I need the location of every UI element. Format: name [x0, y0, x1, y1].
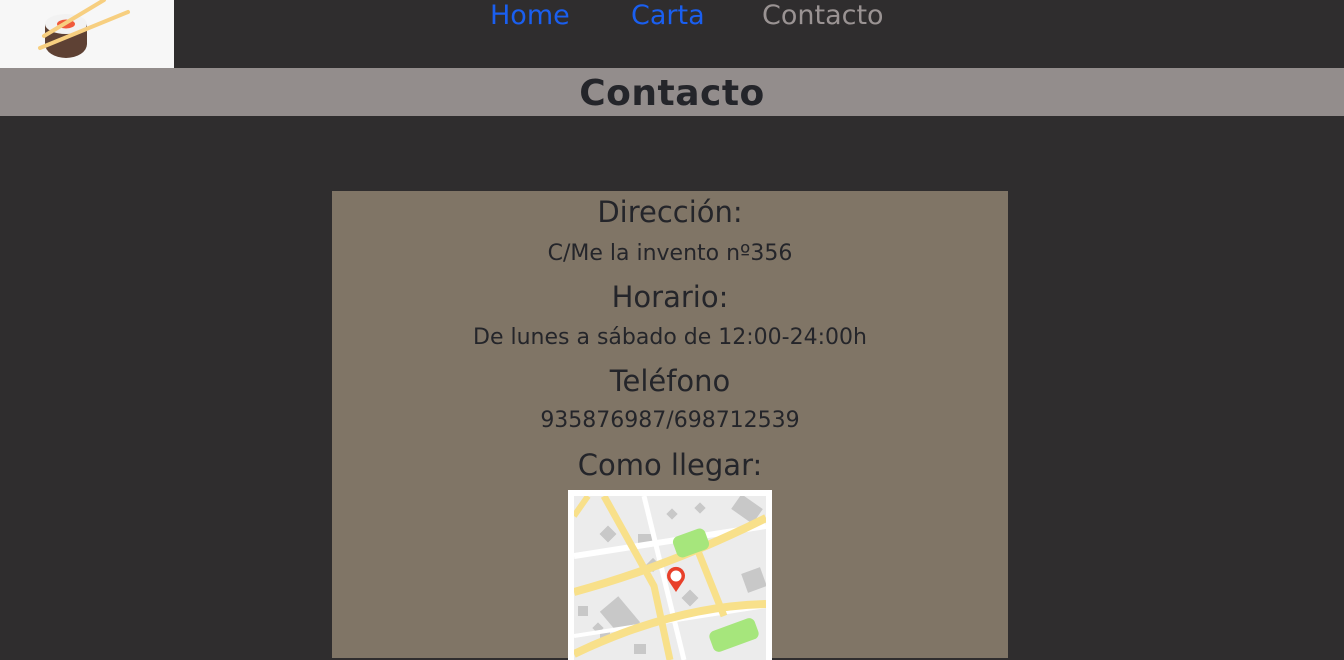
nav-home-link[interactable]: Home	[490, 0, 570, 34]
horario-heading: Horario:	[611, 280, 729, 314]
page-title-bar: Contacto	[0, 68, 1344, 116]
telefono-heading: Teléfono	[609, 364, 731, 398]
location-map[interactable]	[568, 490, 772, 660]
direccion-value: C/Me la invento nº356	[547, 241, 793, 266]
page-title: Contacto	[579, 73, 765, 114]
direccion-heading: Dirección:	[597, 195, 743, 229]
main-nav: Home Carta Contacto	[0, 0, 1344, 40]
top-navbar: Home Carta Contacto	[0, 0, 1344, 68]
nav-carta-link[interactable]: Carta	[631, 0, 705, 34]
horario-value: De lunes a sábado de 12:00-24:00h	[473, 325, 867, 350]
map-icon	[574, 496, 766, 660]
como-llegar-heading: Como llegar:	[577, 448, 763, 482]
telefono-value: 935876987/698712539	[540, 408, 800, 433]
nav-contacto-link[interactable]: Contacto	[762, 0, 884, 34]
contact-card: Dirección: C/Me la invento nº356 Horario…	[332, 191, 1008, 660]
